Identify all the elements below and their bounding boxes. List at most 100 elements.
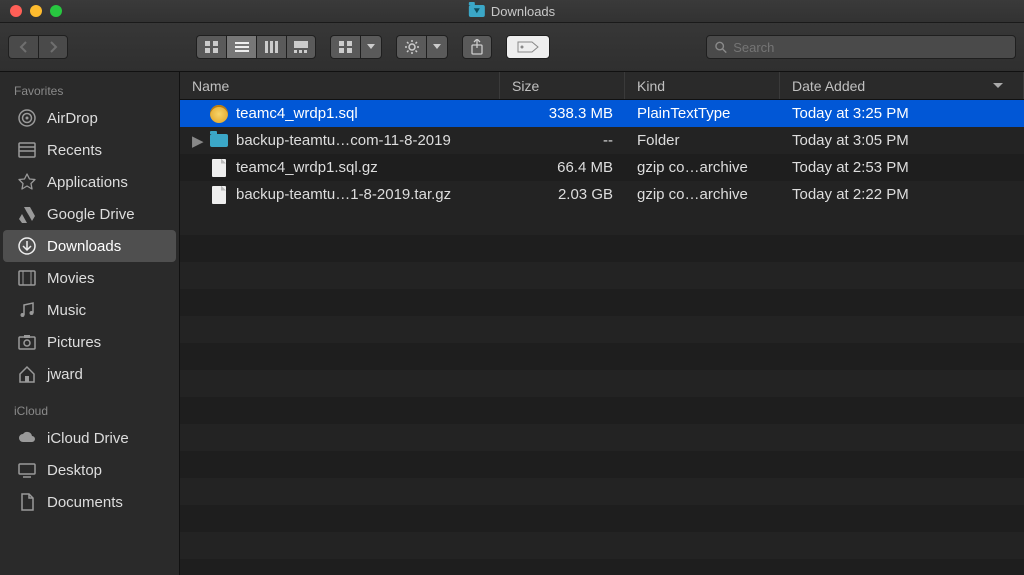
sidebar-section-favorites: Favorites — [0, 80, 179, 102]
desktop-icon — [17, 460, 37, 480]
sidebar-item-airdrop[interactable]: AirDrop — [3, 102, 176, 134]
table-row[interactable]: ▶ backup-teamtu…com-11-8-2019 --FolderToda… — [180, 127, 1024, 154]
sidebar-item-label: Pictures — [47, 334, 101, 351]
gear-icon — [405, 40, 419, 54]
sidebar-item-label: Applications — [47, 174, 128, 191]
sidebar-item-label: Documents — [47, 494, 123, 511]
downloads-icon — [17, 236, 37, 256]
chevron-right-icon — [48, 41, 58, 53]
window-title: Downloads — [469, 4, 555, 19]
sidebar-item-documents[interactable]: Documents — [3, 486, 176, 518]
file-name: backup-teamtu…com-11-8-2019 — [236, 132, 451, 149]
sidebar-item-iclouddrive[interactable]: iCloud Drive — [3, 422, 176, 454]
cell-size: 66.4 MB — [500, 159, 625, 176]
document-icon — [212, 159, 226, 177]
cell-date: Today at 2:53 PM — [780, 159, 1024, 176]
sidebar-item-downloads[interactable]: Downloads — [3, 230, 176, 262]
applications-icon — [17, 172, 37, 192]
column-view-button[interactable] — [256, 35, 286, 59]
column-headers: Name Size Kind Date Added — [180, 72, 1024, 100]
search-icon — [715, 41, 727, 54]
table-row[interactable]: backup-teamtu…1-8-2019.tar.gz2.03 GBgzip… — [180, 181, 1024, 208]
tags-button[interactable] — [506, 35, 550, 59]
sidebar-item-googledrive[interactable]: Google Drive — [3, 198, 176, 230]
cell-date: Today at 3:05 PM — [780, 132, 1024, 149]
sidebar-item-home[interactable]: jward — [3, 358, 176, 390]
view-mode-group — [196, 35, 316, 59]
file-name: teamc4_wrdp1.sql.gz — [236, 159, 378, 176]
cell-name: backup-teamtu…1-8-2019.tar.gz — [180, 185, 500, 205]
sidebar-item-desktop[interactable]: Desktop — [3, 454, 176, 486]
list-view-button[interactable] — [226, 35, 256, 59]
movies-icon — [17, 268, 37, 288]
disclosure-triangle[interactable]: ▶ — [192, 132, 202, 150]
home-icon — [17, 364, 37, 384]
table-row[interactable]: teamc4_wrdp1.sql338.3 MBPlainTextTypeTod… — [180, 100, 1024, 127]
zoom-window-button[interactable] — [50, 5, 62, 17]
file-name: teamc4_wrdp1.sql — [236, 105, 358, 122]
action-group — [396, 35, 448, 59]
arrange-icon — [339, 41, 353, 53]
sidebar-item-music[interactable]: Music — [3, 294, 176, 326]
back-button[interactable] — [8, 35, 38, 59]
cell-kind: gzip co…archive — [625, 159, 780, 176]
airdrop-icon — [17, 108, 37, 128]
file-rows[interactable]: teamc4_wrdp1.sql338.3 MBPlainTextTypeTod… — [180, 100, 1024, 575]
downloads-folder-icon — [469, 5, 485, 17]
minimize-window-button[interactable] — [30, 5, 42, 17]
sidebar-item-label: jward — [47, 366, 83, 383]
cell-name: ▶ backup-teamtu…com-11-8-2019 — [180, 131, 500, 151]
cell-date: Today at 2:22 PM — [780, 186, 1024, 203]
sidebar-section-icloud: iCloud — [0, 400, 179, 422]
window-title-text: Downloads — [491, 4, 555, 19]
arrange-button[interactable] — [330, 35, 360, 59]
sidebar-item-label: Desktop — [47, 462, 102, 479]
cell-kind: Folder — [625, 132, 780, 149]
gallery-icon — [294, 41, 308, 53]
table-row[interactable]: teamc4_wrdp1.sql.gz 66.4 MBgzip co…archiv… — [180, 154, 1024, 181]
content-area: Favorites AirDrop Recents Applications G… — [0, 72, 1024, 575]
tag-icon — [516, 40, 540, 54]
file-list-panel: Name Size Kind Date Added teamc4_wrdp1.s… — [180, 72, 1024, 575]
columns-icon — [265, 41, 279, 53]
cell-kind: gzip co…archive — [625, 186, 780, 203]
cell-name: teamc4_wrdp1.sql — [180, 104, 500, 124]
column-header-date[interactable]: Date Added — [780, 72, 1024, 99]
arrange-menu-button[interactable] — [360, 35, 382, 59]
window-controls — [10, 5, 62, 17]
column-header-name[interactable]: Name — [180, 72, 500, 99]
share-icon — [470, 39, 484, 55]
nav-buttons — [8, 35, 68, 59]
cell-size: -- — [500, 132, 625, 149]
toolbar — [0, 23, 1024, 72]
documents-icon — [17, 492, 37, 512]
sidebar-item-recents[interactable]: Recents — [3, 134, 176, 166]
gallery-view-button[interactable] — [286, 35, 316, 59]
column-header-size[interactable]: Size — [500, 72, 625, 99]
chevron-down-icon — [993, 83, 1003, 89]
icon-view-button[interactable] — [196, 35, 226, 59]
chevron-down-icon — [367, 44, 375, 50]
document-icon — [212, 186, 226, 204]
titlebar[interactable]: Downloads — [0, 0, 1024, 23]
iclouddrive-icon — [17, 428, 37, 448]
cell-date: Today at 3:25 PM — [780, 105, 1024, 122]
sidebar-item-label: Downloads — [47, 238, 121, 255]
action-menu-button[interactable] — [426, 35, 448, 59]
recents-icon — [17, 140, 37, 160]
search-container — [706, 35, 1016, 59]
search-input[interactable] — [733, 40, 1007, 55]
action-button[interactable] — [396, 35, 426, 59]
cell-size: 2.03 GB — [500, 186, 625, 203]
sidebar-item-label: Google Drive — [47, 206, 135, 223]
column-header-kind[interactable]: Kind — [625, 72, 780, 99]
list-icon — [235, 41, 249, 53]
share-group — [462, 35, 492, 59]
search-field[interactable] — [706, 35, 1016, 59]
share-button[interactable] — [462, 35, 492, 59]
sidebar-item-movies[interactable]: Movies — [3, 262, 176, 294]
sidebar-item-pictures[interactable]: Pictures — [3, 326, 176, 358]
forward-button[interactable] — [38, 35, 68, 59]
close-window-button[interactable] — [10, 5, 22, 17]
sidebar-item-applications[interactable]: Applications — [3, 166, 176, 198]
